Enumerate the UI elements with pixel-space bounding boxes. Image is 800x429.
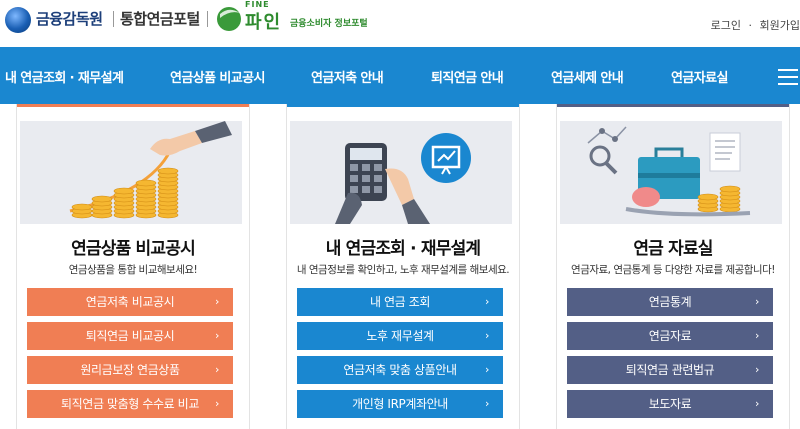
site-header: 금융감독원 통합연금포털 FINE 파인 금융소비자 정보포털 로그인 · 회원… — [0, 0, 800, 47]
retirement-regulations-button[interactable]: 퇴직연금 관련법규 › — [567, 356, 773, 384]
fee-compare-button[interactable]: 퇴직연금 맞춤형 수수료 비교 › — [27, 390, 233, 418]
nav-item-pension-savings[interactable]: 연금저축 안내 — [311, 67, 384, 86]
chevron-right-icon: › — [215, 397, 219, 410]
nav-item-product-compare[interactable]: 연금상품 비교공시 — [170, 67, 265, 86]
button-label: 보도자료 — [648, 397, 692, 411]
button-label: 내 연금 조회 — [369, 295, 431, 309]
fine-logo-text[interactable]: 파인 — [245, 8, 282, 34]
panel-accent — [287, 104, 519, 107]
chevron-right-icon: › — [215, 329, 219, 342]
chevron-right-icon: › — [755, 363, 759, 376]
panel-accent — [17, 104, 249, 107]
button-label: 연금통계 — [648, 295, 692, 309]
divider — [207, 11, 208, 27]
button-label: 퇴직연금 맞춤형 수수료 비교 — [61, 397, 199, 411]
fss-name[interactable]: 금융감독원 — [36, 8, 103, 29]
panel-product-compare: 연금상품 비교공시 연금상품을 통합 비교해보세요! 연금저축 비교공시 › 퇴직… — [16, 104, 250, 429]
nav-item-pension-library[interactable]: 연금자료실 — [671, 67, 728, 86]
chevron-right-icon: › — [755, 329, 759, 342]
chevron-right-icon: › — [755, 397, 759, 410]
chevron-right-icon: › — [755, 295, 759, 308]
chevron-right-icon: › — [485, 397, 489, 410]
panel-description: 연금자료, 연금통계 등 다양한 자료를 제공합니다! — [571, 264, 775, 276]
coin-growth-illustration — [20, 121, 242, 224]
pension-savings-compare-button[interactable]: 연금저축 비교공시 › — [27, 288, 233, 316]
chevron-right-icon: › — [215, 295, 219, 308]
button-label: 노후 재무설계 — [366, 329, 434, 343]
briefcase-illustration — [560, 121, 782, 224]
panel-accent — [557, 104, 789, 107]
retirement-planning-button[interactable]: 노후 재무설계 › — [297, 322, 503, 350]
login-link[interactable]: 로그인 — [711, 19, 741, 32]
retirement-pension-compare-button[interactable]: 퇴직연금 비교공시 › — [27, 322, 233, 350]
panel-title: 내 연금조회 · 재무설계 — [325, 239, 481, 259]
button-label: 퇴직연금 관련법규 — [625, 363, 715, 377]
util-links: 로그인 · 회원가입 — [707, 17, 800, 33]
nav-item-pension-tax[interactable]: 연금세제 안내 — [551, 67, 624, 86]
panel-title: 연금상품 비교공시 — [71, 239, 196, 259]
irp-account-guide-button[interactable]: 개인형 IRP계좌안내 › — [297, 390, 503, 418]
chevron-right-icon: › — [215, 363, 219, 376]
panel-pension-library: 연금 자료실 연금자료, 연금통계 등 다양한 자료를 제공합니다! 연금통계 ›… — [556, 104, 790, 429]
divider — [113, 11, 114, 27]
fine-logo-icon[interactable] — [214, 4, 244, 32]
fine-subtitle: 금융소비자 정보포털 — [290, 19, 368, 29]
menu-icon[interactable] — [778, 69, 798, 85]
pension-statistics-button[interactable]: 연금통계 › — [567, 288, 773, 316]
press-release-button[interactable]: 보도자료 › — [567, 390, 773, 418]
util-separator: · — [748, 19, 753, 32]
button-label: 연금저축 맞춤 상품안내 — [343, 363, 457, 377]
chevron-right-icon: › — [485, 363, 489, 376]
pension-materials-button[interactable]: 연금자료 › — [567, 322, 773, 350]
fss-logo-icon[interactable] — [5, 7, 31, 33]
button-label: 연금저축 비교공시 — [85, 295, 175, 309]
principal-guaranteed-products-button[interactable]: 원리금보장 연금상품 › — [27, 356, 233, 384]
nav-item-my-pension[interactable]: 내 연금조회 · 재무설계 — [5, 67, 124, 86]
panel-title: 연금 자료실 — [633, 239, 713, 259]
custom-product-guide-button[interactable]: 연금저축 맞춤 상품안내 › — [297, 356, 503, 384]
main-nav: 내 연금조회 · 재무설계 연금상품 비교공시 연금저축 안내 퇴직연금 안내 … — [0, 47, 800, 104]
my-pension-lookup-button[interactable]: 내 연금 조회 › — [297, 288, 503, 316]
panel-my-pension: 내 연금조회 · 재무설계 내 연금정보를 확인하고, 노후 재무설계를 해보세… — [286, 104, 520, 429]
button-label: 연금자료 — [648, 329, 692, 343]
portal-name[interactable]: 통합연금포털 — [120, 8, 200, 29]
button-label: 퇴직연금 비교공시 — [85, 329, 175, 343]
nav-item-retirement-pension[interactable]: 퇴직연금 안내 — [431, 67, 504, 86]
join-link[interactable]: 회원가입 — [760, 19, 800, 32]
panel-description: 연금상품을 통합 비교해보세요! — [68, 264, 198, 276]
chevron-right-icon: › — [485, 295, 489, 308]
calculator-illustration — [290, 121, 512, 224]
chevron-right-icon: › — [485, 329, 489, 342]
button-label: 원리금보장 연금상품 — [80, 363, 180, 377]
button-label: 개인형 IRP계좌안내 — [352, 397, 448, 411]
panel-description: 내 연금정보를 확인하고, 노후 재무설계를 해보세요. — [296, 264, 510, 276]
